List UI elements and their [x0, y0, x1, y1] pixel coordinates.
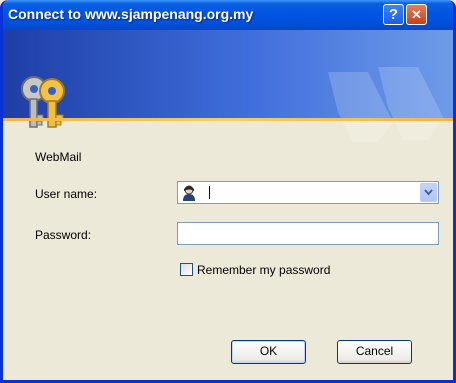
- password-label: Password:: [35, 228, 92, 242]
- login-dialog: Connect to www.sjampenang.org.my ? ✕ Web…: [0, 0, 456, 383]
- help-button[interactable]: ?: [383, 4, 404, 25]
- keys-icon: [21, 76, 65, 128]
- window-title: Connect to www.sjampenang.org.my: [8, 6, 254, 22]
- close-button[interactable]: ✕: [406, 4, 427, 25]
- chevron-down-icon: [424, 189, 433, 196]
- banner-divider: [3, 118, 453, 121]
- ok-button[interactable]: OK: [231, 340, 306, 364]
- cancel-button[interactable]: Cancel: [337, 340, 412, 364]
- dropdown-arrow-button[interactable]: [420, 183, 437, 202]
- username-label: User name:: [35, 187, 98, 201]
- password-field[interactable]: [177, 222, 439, 245]
- user-icon: [183, 185, 195, 201]
- banner: [3, 30, 453, 142]
- remember-password-checkbox[interactable]: [180, 263, 193, 276]
- text-caret: [209, 186, 210, 199]
- username-combobox[interactable]: [177, 181, 439, 204]
- keys-watermark-icon: [328, 67, 443, 142]
- remember-password-label[interactable]: Remember my password: [197, 263, 330, 277]
- realm-label: WebMail: [35, 150, 82, 164]
- title-bar[interactable]: Connect to www.sjampenang.org.my ? ✕: [3, 0, 453, 30]
